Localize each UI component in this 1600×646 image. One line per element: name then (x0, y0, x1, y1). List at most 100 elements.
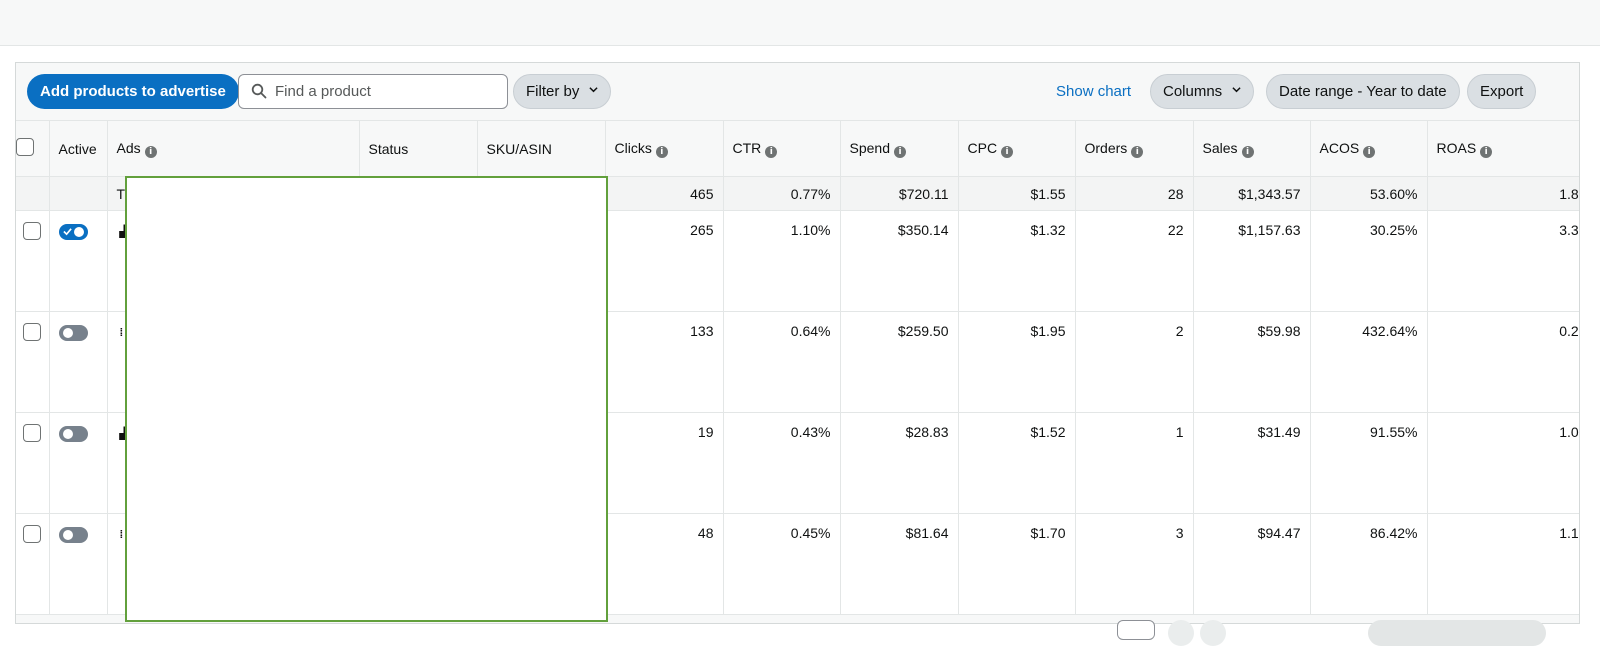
header-sales-label: Sales (1202, 139, 1238, 156)
cell-acos: 432.64% (1310, 311, 1428, 413)
cell-spend: $81.64 (840, 513, 959, 615)
footer-action-button[interactable] (1368, 620, 1546, 646)
toolbar: Add products to advertise Filter by Show… (16, 63, 1579, 121)
cell-sales: $94.47 (1193, 513, 1311, 615)
columns-button[interactable]: Columns (1150, 74, 1255, 109)
cell-clicks: 265 (605, 210, 724, 312)
totals-ctr: 0.77% (723, 176, 841, 211)
header-orders[interactable]: Orders i (1075, 120, 1194, 177)
row-select-cell (16, 210, 50, 312)
header-acos[interactable]: ACOS i (1310, 120, 1428, 177)
export-button[interactable]: Export (1467, 74, 1537, 109)
check-icon (62, 228, 72, 236)
cell-acos: 86.42% (1310, 513, 1428, 615)
toggle-knob (62, 328, 73, 338)
cell-cpc: $1.95 (958, 311, 1076, 413)
header-ctr-label: CTR (732, 139, 762, 156)
next-page-button[interactable] (1200, 620, 1226, 646)
info-icon[interactable]: i (1001, 145, 1014, 158)
cell-roas: 0.23 (1427, 311, 1579, 413)
product-thumbnail[interactable]: ⁞ (120, 529, 124, 541)
header-status: Status (359, 120, 478, 177)
header-sku: SKU/ASIN (477, 120, 606, 177)
info-icon[interactable]: i (144, 145, 157, 158)
active-toggle[interactable] (58, 527, 88, 543)
prev-page-button[interactable] (1168, 620, 1194, 646)
totals-acos: 53.60% (1310, 176, 1428, 211)
cell-roas: 3.31 (1427, 210, 1579, 312)
cell-acos: 91.55% (1310, 412, 1428, 514)
row-checkbox[interactable] (23, 525, 42, 543)
cell-ctr: 0.43% (723, 412, 841, 514)
info-icon[interactable]: i (765, 145, 778, 158)
header-acos-label: ACOS (1319, 139, 1360, 156)
chevron-down-icon (1232, 87, 1241, 93)
date-range-button[interactable]: Date range - Year to date (1266, 74, 1460, 109)
cell-orders: 1 (1075, 412, 1194, 514)
top-header-band (0, 0, 1600, 46)
cell-sales: $31.49 (1193, 412, 1311, 514)
table-header-row: Active Ads i Status SKU/ASIN Clicks i CTR i… (16, 120, 1579, 177)
cell-cpc: $1.32 (958, 210, 1076, 312)
totals-spend: $720.11 (840, 176, 959, 211)
product-thumbnail[interactable]: ⁞ (120, 327, 124, 339)
header-orders-label: Orders (1084, 139, 1128, 156)
row-checkbox[interactable] (23, 323, 42, 341)
header-roas[interactable]: ROAS i (1427, 120, 1579, 177)
cell-clicks: 19 (605, 412, 724, 514)
search-icon (251, 83, 267, 99)
active-cell (49, 210, 108, 312)
cell-orders: 22 (1075, 210, 1194, 312)
totals-cell (49, 176, 108, 211)
row-select-cell (16, 412, 50, 514)
cell-roas: 1.09 (1427, 412, 1579, 514)
cell-clicks: 48 (605, 513, 724, 615)
header-roas-label: ROAS (1436, 139, 1477, 156)
active-cell (49, 311, 108, 413)
cell-sales: $1,157.63 (1193, 210, 1311, 312)
header-cpc[interactable]: CPC i (958, 120, 1076, 177)
totals-orders: 28 (1075, 176, 1194, 211)
info-icon[interactable]: i (1131, 145, 1144, 158)
info-icon[interactable]: i (1480, 145, 1493, 158)
page-size-select[interactable] (1117, 620, 1155, 640)
info-icon[interactable]: i (893, 145, 906, 158)
add-products-button[interactable]: Add products to advertise (27, 74, 239, 109)
cell-orders: 2 (1075, 311, 1194, 413)
cell-clicks: 133 (605, 311, 724, 413)
select-all-cell (16, 120, 50, 177)
search-input[interactable] (275, 76, 500, 107)
header-sales[interactable]: Sales i (1193, 120, 1311, 177)
filter-by-label: Filter by (526, 83, 580, 100)
cell-spend: $350.14 (840, 210, 959, 312)
totals-cell (16, 176, 50, 211)
info-icon[interactable]: i (1363, 145, 1376, 158)
totals-roas: 1.87 (1427, 176, 1579, 211)
header-ctr[interactable]: CTR i (723, 120, 841, 177)
header-clicks-label: Clicks (614, 139, 652, 156)
header-cpc-label: CPC (967, 139, 998, 156)
header-ads[interactable]: Ads i (107, 120, 360, 177)
active-toggle[interactable] (58, 325, 88, 341)
header-spend[interactable]: Spend i (840, 120, 959, 177)
active-cell (49, 412, 108, 514)
show-chart-link[interactable]: Show chart (1056, 83, 1131, 100)
row-checkbox[interactable] (23, 222, 42, 240)
active-toggle[interactable] (58, 224, 88, 240)
info-icon[interactable]: i (655, 145, 668, 158)
row-checkbox[interactable] (23, 424, 42, 442)
cell-roas: 1.16 (1427, 513, 1579, 615)
cell-ctr: 1.10% (723, 210, 841, 312)
active-cell (49, 513, 108, 615)
cell-sales: $59.98 (1193, 311, 1311, 413)
search-box[interactable] (238, 74, 508, 109)
filter-by-button[interactable]: Filter by (513, 74, 612, 109)
cell-orders: 3 (1075, 513, 1194, 615)
header-clicks[interactable]: Clicks i (605, 120, 724, 177)
header-spend-label: Spend (849, 139, 890, 156)
cell-spend: $28.83 (840, 412, 959, 514)
select-all-checkbox[interactable] (16, 138, 34, 156)
info-icon[interactable]: i (1241, 145, 1254, 158)
chevron-down-icon (589, 87, 598, 93)
active-toggle[interactable] (58, 426, 88, 442)
